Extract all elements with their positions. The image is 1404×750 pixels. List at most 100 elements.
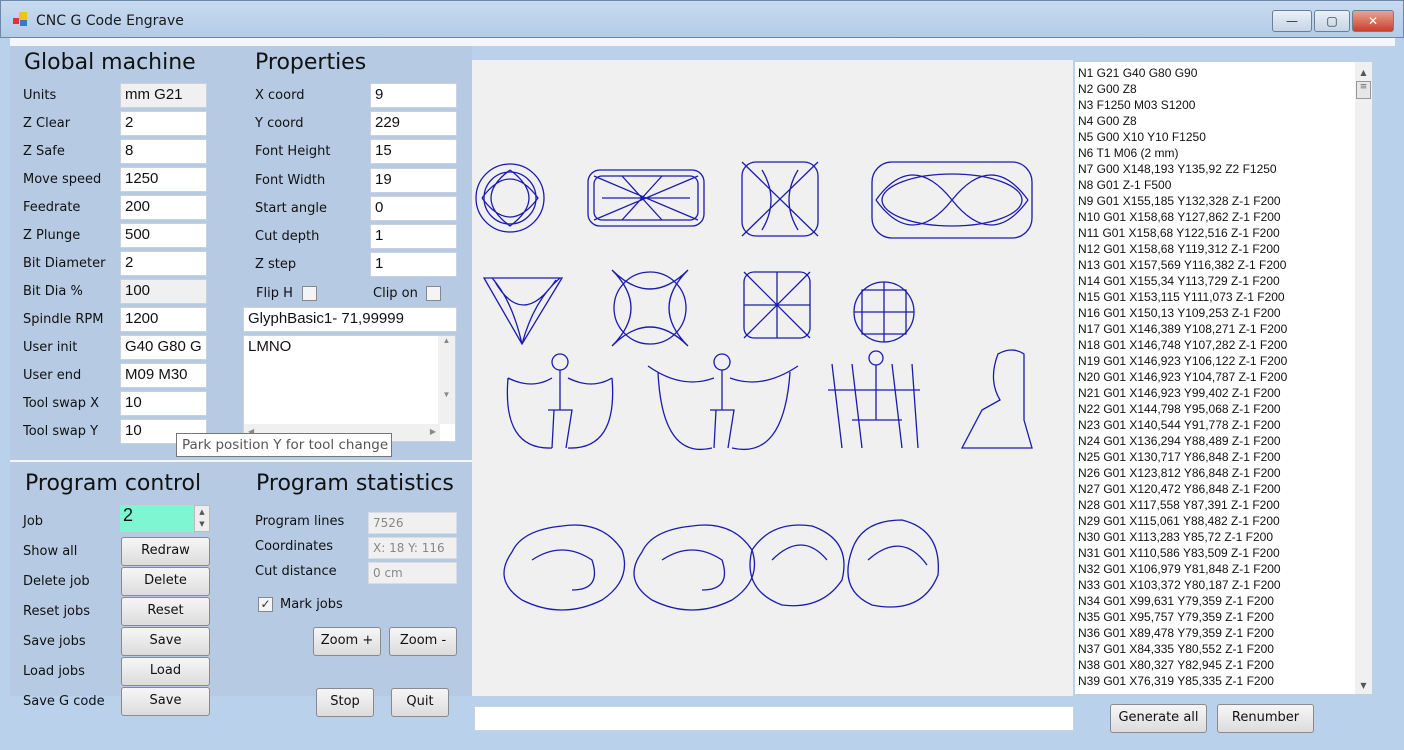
flip-h-checkbox[interactable] bbox=[302, 286, 317, 301]
stat-value: 7526 bbox=[368, 512, 457, 534]
minimize-button[interactable]: — bbox=[1272, 10, 1312, 32]
control-button[interactable]: Save bbox=[121, 687, 210, 716]
gcode-line[interactable]: N11 G01 X158,68 Y122,516 Z-1 F200 bbox=[1078, 225, 1355, 241]
quit-button[interactable]: Quit bbox=[391, 688, 449, 717]
gcode-line[interactable]: N13 G01 X157,569 Y116,382 Z-1 F200 bbox=[1078, 257, 1355, 273]
gcode-line[interactable]: N25 G01 X130,717 Y86,848 Z-1 F200 bbox=[1078, 449, 1355, 465]
job-spinner[interactable]: ▲ ▼ bbox=[194, 505, 210, 532]
gcode-line[interactable]: N27 G01 X120,472 Y86,848 Z-1 F200 bbox=[1078, 481, 1355, 497]
gcode-line[interactable]: N12 G01 X158,68 Y119,312 Z-1 F200 bbox=[1078, 241, 1355, 257]
field-input[interactable]: mm G21 bbox=[120, 83, 207, 108]
gcode-line[interactable]: N2 G00 Z8 bbox=[1078, 81, 1355, 97]
field-input[interactable]: 100 bbox=[120, 279, 207, 304]
gcode-line[interactable]: N29 G01 X115,061 Y88,482 Z-1 F200 bbox=[1078, 513, 1355, 529]
drawing-canvas[interactable] bbox=[472, 60, 1073, 696]
property-input[interactable]: 9 bbox=[370, 83, 457, 108]
gcode-line[interactable]: N32 G01 X106,979 Y81,848 Z-1 F200 bbox=[1078, 561, 1355, 577]
gcode-list[interactable]: N1 G21 G40 G80 G90 N2 G00 Z8 N3 F1250 M03 … bbox=[1075, 62, 1355, 694]
field-input[interactable]: M09 M30 bbox=[120, 363, 207, 388]
glyph-field[interactable]: GlyphBasic1- 71,99999 bbox=[243, 307, 457, 332]
field-input[interactable]: 1200 bbox=[120, 307, 207, 332]
property-input[interactable]: 15 bbox=[370, 139, 457, 165]
control-label: Show all bbox=[23, 544, 78, 559]
field-input[interactable]: 2 bbox=[120, 251, 207, 276]
property-input[interactable]: 0 bbox=[370, 195, 457, 221]
gcode-line[interactable]: N37 G01 X84,335 Y80,552 Z-1 F200 bbox=[1078, 641, 1355, 657]
gcode-line[interactable]: N36 G01 X89,478 Y79,359 Z-1 F200 bbox=[1078, 625, 1355, 641]
field-input[interactable]: 2 bbox=[120, 111, 207, 136]
renumber-button[interactable]: Renumber bbox=[1217, 704, 1314, 733]
gcode-line[interactable]: N22 G01 X144,798 Y95,068 Z-1 F200 bbox=[1078, 401, 1355, 417]
gcode-line[interactable]: N33 G01 X103,372 Y80,187 Z-1 F200 bbox=[1078, 577, 1355, 593]
window-title: CNC G Code Engrave bbox=[36, 13, 184, 29]
gcode-line[interactable]: N23 G01 X140,544 Y91,778 Z-1 F200 bbox=[1078, 417, 1355, 433]
property-input[interactable]: 1 bbox=[370, 252, 457, 278]
field-input[interactable]: 500 bbox=[120, 223, 207, 248]
control-button[interactable]: Save bbox=[121, 627, 210, 656]
gcode-line[interactable]: N21 G01 X146,923 Y99,402 Z-1 F200 bbox=[1078, 385, 1355, 401]
scroll-thumb[interactable]: ≡ bbox=[1356, 81, 1371, 99]
gcode-line[interactable]: N10 G01 X158,68 Y127,862 Z-1 F200 bbox=[1078, 209, 1355, 225]
gcode-line[interactable]: N24 G01 X136,294 Y88,489 Z-1 F200 bbox=[1078, 433, 1355, 449]
gcode-line[interactable]: N30 G01 X113,283 Y85,72 Z-1 F200 bbox=[1078, 529, 1355, 545]
control-button[interactable]: Reset bbox=[121, 597, 210, 626]
gcode-line[interactable]: N4 G00 Z8 bbox=[1078, 113, 1355, 129]
field-input[interactable]: 1250 bbox=[120, 167, 207, 192]
gcode-line[interactable]: N39 G01 X76,319 Y85,335 Z-1 F200 bbox=[1078, 673, 1355, 689]
field-input[interactable]: G40 G80 G bbox=[120, 335, 207, 360]
gcode-line[interactable]: N19 G01 X146,923 Y106,122 Z-1 F200 bbox=[1078, 353, 1355, 369]
close-button[interactable]: ✕ bbox=[1352, 10, 1394, 32]
gcode-line[interactable]: N26 G01 X123,812 Y86,848 Z-1 F200 bbox=[1078, 465, 1355, 481]
text-area-vscroll[interactable]: ▲ ▼ bbox=[438, 336, 455, 424]
property-input[interactable]: 229 bbox=[370, 111, 457, 137]
command-input[interactable] bbox=[474, 706, 1074, 731]
mark-jobs-checkbox[interactable]: ✓ bbox=[258, 597, 273, 612]
gcode-line[interactable]: N31 G01 X110,586 Y83,509 Z-1 F200 bbox=[1078, 545, 1355, 561]
control-button[interactable]: Delete bbox=[121, 567, 210, 596]
gcode-line[interactable]: N17 G01 X146,389 Y108,271 Z-1 F200 bbox=[1078, 321, 1355, 337]
gcode-line[interactable]: N9 G01 X155,185 Y132,328 Z-1 F200 bbox=[1078, 193, 1355, 209]
stop-button[interactable]: Stop bbox=[316, 688, 374, 717]
text-area[interactable]: LMNO ▲ ▼ ◀ ▶ bbox=[243, 335, 456, 442]
field-label: Z Clear bbox=[23, 116, 71, 131]
field-label: Z Safe bbox=[23, 144, 65, 159]
gcode-line[interactable]: N35 G01 X95,757 Y79,359 Z-1 F200 bbox=[1078, 609, 1355, 625]
field-label: Feedrate bbox=[23, 200, 81, 215]
property-input[interactable]: 1 bbox=[370, 224, 457, 249]
knot-band bbox=[587, 169, 705, 227]
gcode-line[interactable]: N1 G21 G40 G80 G90 bbox=[1078, 65, 1355, 81]
gcode-line[interactable]: N18 G01 X146,748 Y107,282 Z-1 F200 bbox=[1078, 337, 1355, 353]
gcode-line[interactable]: N15 G01 X153,115 Y111,073 Z-1 F200 bbox=[1078, 289, 1355, 305]
field-input[interactable]: 200 bbox=[120, 195, 207, 220]
gcode-line[interactable]: N20 G01 X146,923 Y104,787 Z-1 F200 bbox=[1078, 369, 1355, 385]
control-button[interactable]: Load bbox=[121, 657, 210, 686]
gcode-line[interactable]: N28 G01 X117,558 Y87,391 Z-1 F200 bbox=[1078, 497, 1355, 513]
figure-rope-1 bbox=[506, 353, 614, 449]
properties-heading: Properties bbox=[255, 50, 367, 75]
gcode-line[interactable]: N3 F1250 M03 S1200 bbox=[1078, 97, 1355, 113]
gcode-scrollbar[interactable]: ▲ ≡ ▼ bbox=[1355, 62, 1372, 694]
zoom-in-button[interactable]: Zoom + bbox=[313, 627, 381, 656]
field-input[interactable]: 10 bbox=[120, 391, 207, 416]
ornament-swirls bbox=[503, 519, 939, 611]
gcode-line[interactable]: N34 G01 X99,631 Y79,359 Z-1 F200 bbox=[1078, 593, 1355, 609]
scroll-down-arrow[interactable]: ▼ bbox=[1355, 681, 1372, 690]
control-button[interactable]: Redraw bbox=[121, 537, 210, 566]
maximize-button[interactable]: ▢ bbox=[1314, 10, 1350, 32]
gcode-line[interactable]: N14 G01 X155,34 Y113,729 Z-1 F200 bbox=[1078, 273, 1355, 289]
job-input[interactable]: 2 bbox=[120, 505, 194, 532]
gcode-line[interactable]: N38 G01 X80,327 Y82,945 Z-1 F200 bbox=[1078, 657, 1355, 673]
property-input[interactable]: 19 bbox=[370, 167, 457, 193]
generate-all-button[interactable]: Generate all bbox=[1110, 704, 1207, 733]
gcode-line[interactable]: N16 G01 X150,13 Y109,253 Z-1 F200 bbox=[1078, 305, 1355, 321]
mark-jobs-label: Mark jobs bbox=[280, 597, 343, 612]
gcode-line[interactable]: N7 G00 X148,193 Y135,92 Z2 F1250 bbox=[1078, 161, 1355, 177]
gcode-line[interactable]: N8 G01 Z-1 F500 bbox=[1078, 177, 1355, 193]
field-input[interactable]: 8 bbox=[120, 139, 207, 164]
gcode-line[interactable]: N5 G00 X10 Y10 F1250 bbox=[1078, 129, 1355, 145]
clip-on-checkbox[interactable] bbox=[426, 286, 441, 301]
scroll-up-arrow[interactable]: ▲ bbox=[1355, 68, 1372, 77]
zoom-out-button[interactable]: Zoom - bbox=[389, 627, 457, 656]
field-label: Spindle RPM bbox=[23, 312, 104, 327]
gcode-line[interactable]: N6 T1 M06 (2 mm) bbox=[1078, 145, 1355, 161]
